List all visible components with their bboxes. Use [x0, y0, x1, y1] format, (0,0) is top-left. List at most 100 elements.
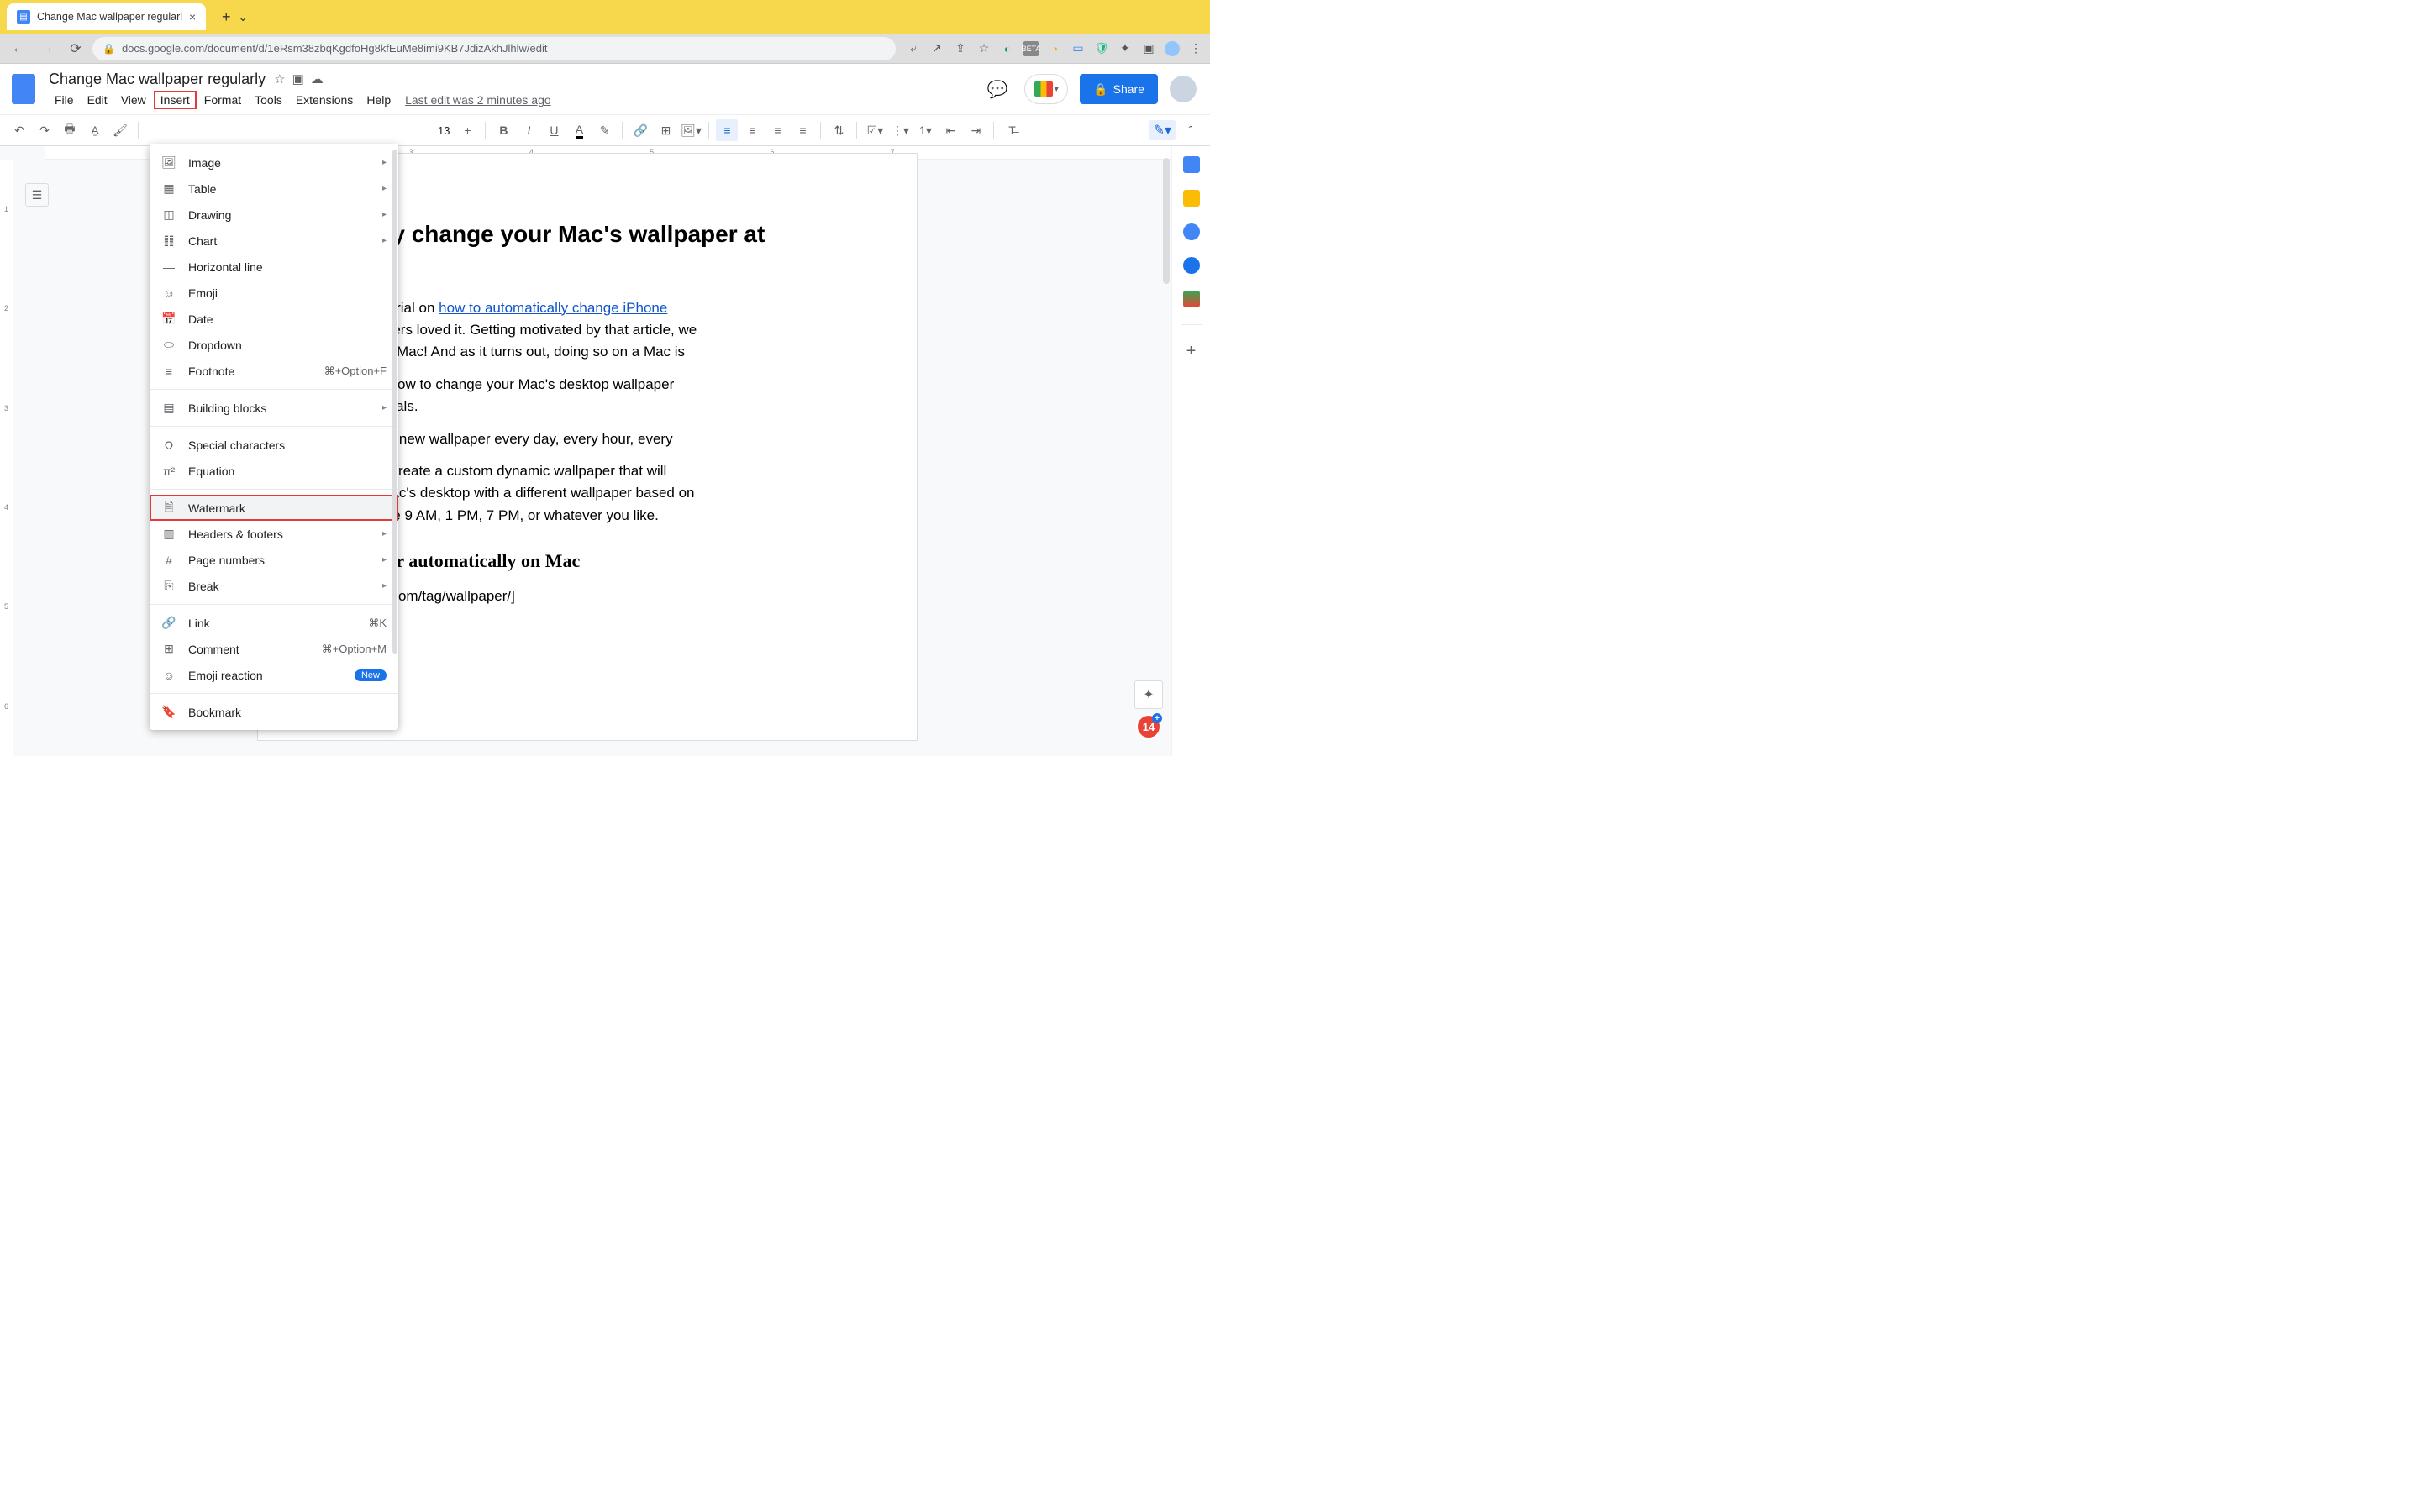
star-icon[interactable]: ☆: [274, 71, 285, 87]
menu-item-image[interactable]: 🖼Image▸: [150, 150, 398, 176]
align-justify-button[interactable]: ≡: [792, 119, 813, 141]
paint-format-button[interactable]: 🖌: [109, 119, 131, 141]
align-right-button[interactable]: ≡: [766, 119, 788, 141]
redo-button[interactable]: ↷: [34, 119, 55, 141]
add-app-button[interactable]: +: [1186, 342, 1197, 361]
doc-paragraph[interactable]: nloadblog.com/tag/wallpaper/]: [325, 585, 850, 607]
menu-item-comment[interactable]: ⊞Comment⌘+Option+M: [150, 636, 398, 662]
grammarly-icon[interactable]: ◐: [1000, 41, 1015, 56]
move-folder-icon[interactable]: ▣: [292, 71, 304, 87]
extensions-puzzle-icon[interactable]: ✦: [1118, 41, 1133, 56]
translate-icon[interactable]: ⤶: [906, 41, 921, 56]
menu-item-chart[interactable]: ䷁Chart▸: [150, 228, 398, 254]
align-left-button[interactable]: ≡: [716, 119, 738, 141]
menu-item-building-blocks[interactable]: ▤Building blocks▸: [150, 395, 398, 421]
insert-comment-button[interactable]: ⊞: [655, 119, 676, 141]
adblock-icon[interactable]: 🛡: [1094, 41, 1109, 56]
print-button[interactable]: 🖶: [59, 119, 81, 141]
menu-item-emoji-reaction[interactable]: ☺Emoji reactionNew: [150, 662, 398, 688]
side-panel-icon[interactable]: ▣: [1141, 41, 1156, 56]
chrome-profile-avatar[interactable]: [1165, 41, 1180, 56]
menu-item-horizontal-line[interactable]: —Horizontal line: [150, 254, 398, 280]
link-iphone[interactable]: how to automatically change iPhone: [439, 300, 667, 316]
extension-icon-2[interactable]: ▭: [1071, 41, 1086, 56]
menu-insert[interactable]: Insert: [154, 91, 197, 109]
menu-item-emoji[interactable]: ☺Emoji: [150, 280, 398, 306]
spellcheck-button[interactable]: A̱: [84, 119, 106, 141]
decrease-indent-button[interactable]: ⇤: [939, 119, 961, 141]
meet-button[interactable]: ▾: [1024, 74, 1068, 104]
docs-logo[interactable]: [7, 66, 40, 112]
menu-item-special-characters[interactable]: ΩSpecial characters: [150, 432, 398, 458]
tabs-dropdown-icon[interactable]: ⌄: [238, 10, 248, 24]
url-input[interactable]: 🔒 docs.google.com/document/d/1eRsm38zbqK…: [92, 37, 896, 60]
bookmark-star-icon[interactable]: ☆: [976, 41, 992, 56]
menu-item-table[interactable]: ▦Table▸: [150, 176, 398, 202]
share-icon[interactable]: ⇪: [953, 41, 968, 56]
menu-tools[interactable]: Tools: [249, 92, 288, 108]
menu-item-date[interactable]: 📅Date: [150, 306, 398, 332]
bulleted-list-button[interactable]: ⋮▾: [889, 119, 911, 141]
vertical-scrollbar[interactable]: [1163, 158, 1171, 748]
menu-view[interactable]: View: [115, 92, 152, 108]
doc-paragraph[interactable]: shed a tutorial on how to automatically …: [325, 297, 850, 364]
menu-item-link[interactable]: 🔗Link⌘K: [150, 610, 398, 636]
reload-button[interactable]: ⟳: [64, 37, 87, 60]
menu-edit[interactable]: Edit: [82, 92, 113, 108]
text-color-button[interactable]: A: [568, 119, 590, 141]
font-size-value[interactable]: 13: [434, 124, 453, 137]
account-avatar[interactable]: [1170, 76, 1197, 102]
bold-button[interactable]: B: [492, 119, 514, 141]
underline-button[interactable]: U: [543, 119, 565, 141]
menu-item-dropdown[interactable]: ⬭Dropdown: [150, 332, 398, 358]
menu-format[interactable]: Format: [198, 92, 247, 108]
menu-file[interactable]: File: [49, 92, 80, 108]
menu-item-drawing[interactable]: ◫Drawing▸: [150, 202, 398, 228]
menu-item-bookmark[interactable]: 🔖Bookmark: [150, 699, 398, 725]
menu-help[interactable]: Help: [360, 92, 397, 108]
notification-badge[interactable]: 14+: [1136, 714, 1161, 739]
editing-mode-button[interactable]: ✎▾: [1149, 120, 1176, 140]
document-outline-button[interactable]: ☰: [25, 183, 49, 207]
menu-scrollbar[interactable]: [392, 150, 397, 721]
last-edit-link[interactable]: Last edit was 2 minutes ago: [405, 93, 551, 107]
comment-history-icon[interactable]: 💬: [982, 74, 1013, 104]
hide-menus-button[interactable]: ˆ: [1180, 119, 1202, 141]
numbered-list-button[interactable]: 1▾: [914, 119, 936, 141]
doc-paragraph[interactable]: show you how to change your Mac's deskto…: [325, 374, 850, 418]
clear-formatting-button[interactable]: T̶: [1001, 119, 1023, 141]
explore-button[interactable]: ✦: [1134, 680, 1163, 709]
new-tab-button[interactable]: +: [214, 5, 238, 29]
insert-link-button[interactable]: 🔗: [629, 119, 651, 141]
close-tab-icon[interactable]: ×: [189, 10, 196, 24]
document-title[interactable]: Change Mac wallpaper regularly: [49, 71, 266, 88]
extension-icon-1[interactable]: ◔: [1047, 41, 1062, 56]
highlight-button[interactable]: ✎: [593, 119, 615, 141]
menu-item-equation[interactable]: π²Equation: [150, 458, 398, 484]
align-center-button[interactable]: ≡: [741, 119, 763, 141]
menu-item-watermark[interactable]: 🗎Watermark: [150, 495, 398, 521]
doc-heading-2[interactable]: wallpaper automatically on Mac: [325, 547, 850, 575]
doc-paragraph[interactable]: it to have a new wallpaper every day, ev…: [325, 428, 850, 450]
doc-paragraph[interactable]: ou how to create a custom dynamic wallpa…: [325, 460, 850, 527]
line-spacing-button[interactable]: ⇅: [828, 119, 850, 141]
browser-tab-active[interactable]: ▤ Change Mac wallpaper regularl ×: [7, 3, 206, 30]
font-size-plus[interactable]: +: [456, 119, 478, 141]
open-external-icon[interactable]: ↗: [929, 41, 944, 56]
increase-indent-button[interactable]: ⇥: [965, 119, 986, 141]
menu-item-headers-footers[interactable]: ▥Headers & footers▸: [150, 521, 398, 547]
italic-button[interactable]: I: [518, 119, 539, 141]
back-button[interactable]: ←: [7, 37, 30, 60]
menu-item-break[interactable]: ⎘Break▸: [150, 573, 398, 599]
maps-app-icon[interactable]: [1183, 291, 1200, 307]
menu-extensions[interactable]: Extensions: [290, 92, 359, 108]
undo-button[interactable]: ↶: [8, 119, 30, 141]
menu-item-footnote[interactable]: ≡Footnote⌘+Option+F: [150, 358, 398, 384]
checklist-button[interactable]: ☑▾: [864, 119, 886, 141]
menu-item-page-numbers[interactable]: #Page numbers▸: [150, 547, 398, 573]
insert-image-button[interactable]: 🖼▾: [680, 119, 702, 141]
doc-heading-1[interactable]: atically change your Mac's wallpaper ata…: [325, 219, 850, 282]
keep-app-icon[interactable]: [1183, 190, 1200, 207]
contacts-app-icon[interactable]: [1183, 257, 1200, 274]
share-button[interactable]: 🔒Share: [1080, 74, 1158, 104]
